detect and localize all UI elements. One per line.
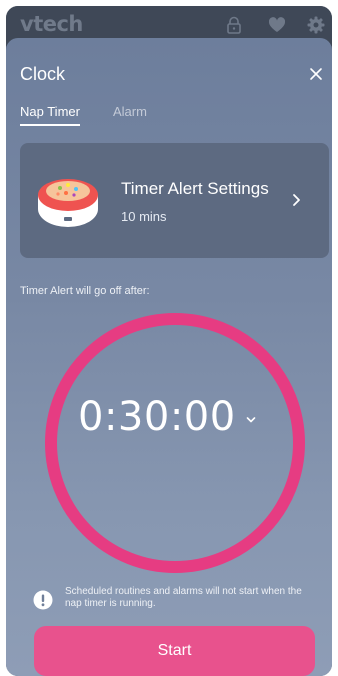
vtech-logo: vtech [20, 12, 83, 36]
heart-icon[interactable] [267, 15, 287, 35]
info-alert-icon [33, 590, 53, 610]
tab-alarm[interactable]: Alarm [113, 104, 147, 119]
timer-alert-settings-card[interactable]: Timer Alert Settings 10 mins [20, 143, 329, 258]
timer-display: 0:30:00 [78, 394, 236, 440]
lock-icon[interactable] [224, 15, 244, 35]
gear-icon[interactable] [306, 15, 326, 35]
chevron-down-icon [246, 417, 256, 423]
timer-duration-selector[interactable]: 0:30:00 [78, 390, 256, 444]
timer-alert-label: Timer Alert will go off after: [20, 285, 150, 297]
sheet-title: Clock [20, 64, 66, 84]
card-subtitle: 10 mins [121, 209, 167, 224]
nap-timer-notice: Scheduled routines and alarms will not s… [65, 586, 302, 609]
card-title: Timer Alert Settings [121, 179, 269, 198]
app-screen: vtech Clock Nap Timer Alarm Timer Alert … [6, 6, 332, 676]
tab-nap-timer[interactable]: Nap Timer [20, 104, 80, 126]
sound-machine-icon [38, 179, 98, 227]
close-icon[interactable] [308, 66, 324, 82]
start-button[interactable]: Start [34, 626, 315, 676]
chevron-right-icon [293, 194, 300, 206]
